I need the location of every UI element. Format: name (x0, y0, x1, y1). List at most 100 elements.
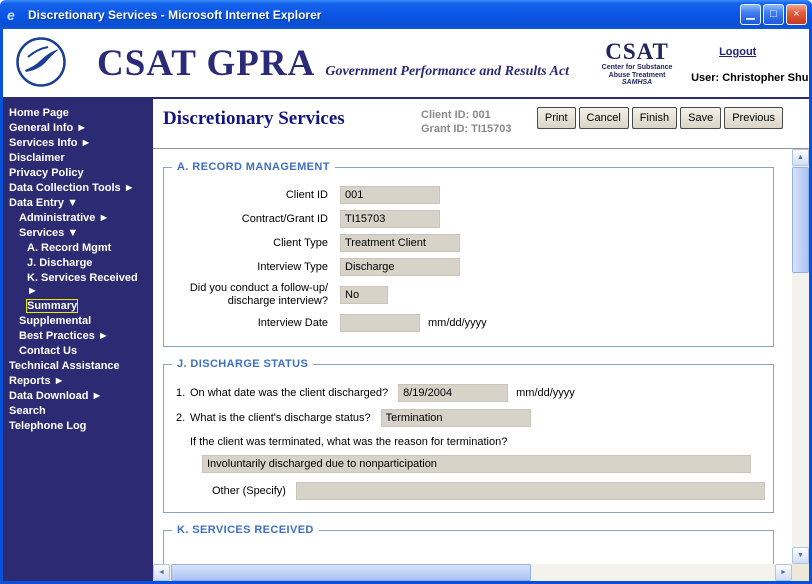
interview-date-format-hint: mm/dd/yyyy (428, 317, 487, 329)
followup-interview-input[interactable] (340, 286, 388, 304)
field-row-followup-interview: Did you conduct a follow-up/ discharge i… (172, 282, 765, 308)
sidebar-item-disclaimer[interactable]: Disclaimer (3, 151, 153, 166)
section-record-management-legend: A. RECORD MANAGEMENT (172, 161, 335, 173)
previous-button[interactable]: Previous (724, 107, 783, 129)
csat-logo: CSAT Center for Substance Abuse Treatmen… (583, 39, 691, 87)
save-button[interactable]: Save (680, 107, 721, 129)
client-type-label: Client Type (172, 237, 340, 250)
field-row-interview-date: Interview Date mm/dd/yyyy (172, 314, 765, 332)
interview-type-input[interactable] (340, 258, 460, 276)
interview-type-label: Interview Type (172, 261, 340, 274)
form-scroll-area: A. RECORD MANAGEMENT Client ID Contract/… (153, 149, 792, 564)
sidebar-item-supplemental[interactable]: Supplemental (3, 314, 153, 329)
scroll-left-icon[interactable]: ◄ (153, 564, 170, 581)
question-discharge-status: 2. What is the client's discharge status… (176, 409, 765, 427)
hhs-logo (15, 36, 67, 93)
sidebar-item-home-page[interactable]: Home Page (3, 106, 153, 121)
brand-title: CSAT GPRA (97, 45, 315, 82)
field-row-client-type: Client Type (172, 234, 765, 252)
sidebar-item-data-download[interactable]: Data Download ► (3, 389, 153, 404)
sidebar-item-data-entry[interactable]: Data Entry ▼ (3, 196, 153, 211)
csat-logo-line2: Abuse Treatment (583, 72, 691, 80)
sidebar-item-data-collection-tools[interactable]: Data Collection Tools ► (3, 181, 153, 196)
sidebar-item-administrative[interactable]: Administrative ► (3, 211, 153, 226)
window-controls: ▁ □ × (740, 4, 807, 25)
discharge-status-input[interactable] (381, 409, 531, 427)
sidebar-item-reports[interactable]: Reports ► (3, 374, 153, 389)
other-specify-row: Other (Specify) (212, 482, 765, 500)
sidebar-item-record-mgmt[interactable]: A. Record Mgmt (3, 241, 153, 256)
brand: CSAT GPRA Government Performance and Res… (97, 45, 569, 82)
vertical-scrollbar[interactable]: ▲ ▼ (792, 149, 809, 564)
close-button[interactable]: × (786, 4, 807, 25)
discharge-date-input[interactable] (398, 384, 508, 402)
question-2-text: What is the client's discharge status? (190, 412, 371, 424)
question-1-text: On what date was the client discharged? (190, 387, 388, 399)
interview-date-input[interactable] (340, 314, 420, 332)
contract-grant-id-label: Contract/Grant ID (172, 213, 340, 226)
section-discharge-status-legend: J. DISCHARGE STATUS (172, 358, 313, 370)
browser-window: e Discretionary Services - Microsoft Int… (0, 0, 812, 584)
scroll-right-icon[interactable]: ► (775, 564, 792, 581)
followup-interview-label: Did you conduct a follow-up/ discharge i… (172, 282, 340, 308)
section-discharge-status: J. DISCHARGE STATUS 1. On what date was … (163, 364, 774, 513)
app-header: CSAT GPRA Government Performance and Res… (3, 29, 809, 99)
client-type-input[interactable] (340, 234, 460, 252)
page-title: Discretionary Services (163, 108, 345, 130)
sidebar-item-discharge[interactable]: J. Discharge (3, 256, 153, 271)
sidebar-item-summary[interactable]: Summary (3, 299, 153, 314)
other-specify-label: Other (Specify) (212, 485, 286, 497)
sidebar-item-services-info[interactable]: Services Info ► (3, 136, 153, 151)
other-specify-input[interactable] (296, 482, 765, 500)
grant-id-text: Grant ID: TI15703 (421, 122, 511, 136)
window-title: Discretionary Services - Microsoft Inter… (28, 8, 740, 22)
browser-viewport: CSAT GPRA Government Performance and Res… (3, 29, 809, 581)
user-block: Logout User: Christopher Shumway (691, 42, 809, 84)
section-record-management: A. RECORD MANAGEMENT Client ID Contract/… (163, 167, 774, 347)
vertical-scrollbar-thumb[interactable] (792, 167, 809, 273)
field-row-contract-grant-id: Contract/Grant ID (172, 210, 765, 228)
print-button[interactable]: Print (537, 107, 576, 129)
sidebar-item-privacy-policy[interactable]: Privacy Policy (3, 166, 153, 181)
termination-reason-prompt: If the client was terminated, what was t… (190, 436, 765, 448)
section-services-received-legend: K. SERVICES RECEIVED (172, 524, 319, 536)
csat-logo-line1: Center for Substance (583, 64, 691, 72)
scroll-down-icon[interactable]: ▼ (792, 547, 809, 564)
sidebar-item-telephone-log[interactable]: Telephone Log (3, 419, 153, 434)
logged-in-user: User: Christopher Shumway (691, 72, 809, 84)
sidebar-item-services[interactable]: Services ▼ (3, 226, 153, 241)
horizontal-scrollbar[interactable]: ◄ ► (153, 564, 792, 581)
minimize-button[interactable]: ▁ (740, 4, 761, 25)
cancel-button[interactable]: Cancel (579, 107, 629, 129)
maximize-button[interactable]: □ (763, 4, 784, 25)
horizontal-scrollbar-thumb[interactable] (171, 564, 531, 581)
client-grant-ids: Client ID: 001 Grant ID: TI15703 (421, 108, 511, 136)
field-row-client-id: Client ID (172, 186, 765, 204)
logout-link[interactable]: Logout (719, 46, 756, 58)
question-discharge-date: 1. On what date was the client discharge… (176, 384, 765, 402)
interview-date-label: Interview Date (172, 317, 340, 330)
finish-button[interactable]: Finish (632, 107, 677, 129)
client-id-label: Client ID (172, 189, 340, 202)
scroll-up-icon[interactable]: ▲ (792, 149, 809, 166)
internet-explorer-icon: e (7, 7, 23, 23)
question-1-number: 1. (176, 387, 190, 399)
titlebar[interactable]: e Discretionary Services - Microsoft Int… (0, 0, 812, 29)
sidebar-item-best-practices[interactable]: Best Practices ► (3, 329, 153, 344)
main-row: Home Page General Info ► Services Info ►… (3, 99, 809, 581)
content-body: A. RECORD MANAGEMENT Client ID Contract/… (153, 149, 809, 581)
client-id-text: Client ID: 001 (421, 108, 511, 122)
scrollbar-corner (792, 564, 809, 581)
sidebar-item-services-received[interactable]: K. Services Received ► (3, 271, 153, 299)
sidebar-item-general-info[interactable]: General Info ► (3, 121, 153, 136)
sidebar-item-technical-assistance[interactable]: Technical Assistance (3, 359, 153, 374)
contract-grant-id-input[interactable] (340, 210, 440, 228)
client-id-input[interactable] (340, 186, 440, 204)
question-2-number: 2. (176, 412, 190, 424)
sidebar-item-search[interactable]: Search (3, 404, 153, 419)
discharge-date-format-hint: mm/dd/yyyy (516, 387, 575, 399)
action-buttons: Print Cancel Finish Save Previous (537, 107, 783, 129)
termination-reason-input[interactable] (202, 455, 751, 473)
sidebar-item-contact-us[interactable]: Contact Us (3, 344, 153, 359)
samhsa-label: SAMHSA (583, 79, 691, 87)
